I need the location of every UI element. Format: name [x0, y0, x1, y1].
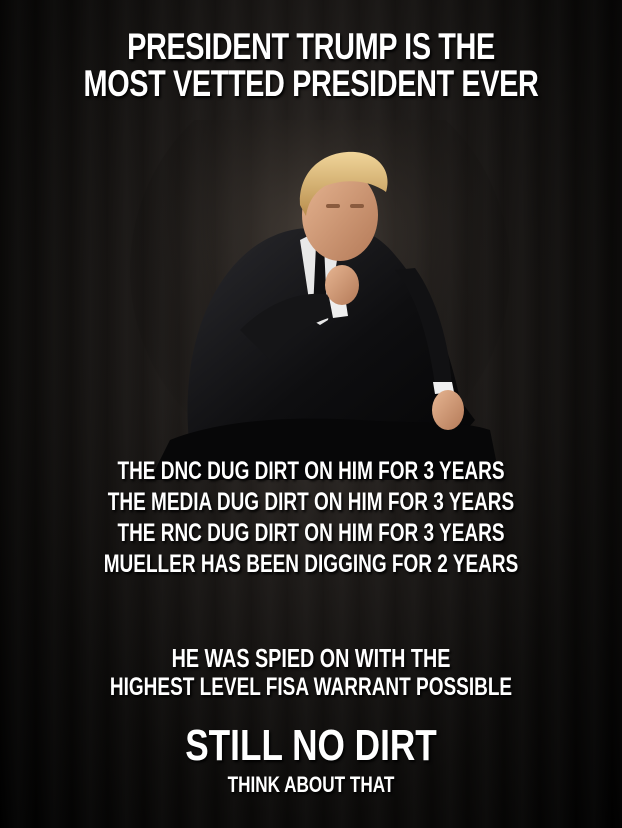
claim-media: THE MEDIA DUG DIRT ON HIM FOR 3 YEARS — [107, 488, 515, 516]
conclusion-text: STILL NO DIRT — [185, 721, 437, 770]
claim-dnc: THE DNC DUG DIRT ON HIM FOR 3 YEARS — [117, 457, 505, 485]
meme-poster: PRESIDENT TRUMP IS THE MOST VETTED PRESI… — [0, 0, 622, 828]
claim-mueller: MUELLER HAS BEEN DIGGING FOR 2 YEARS — [103, 550, 519, 578]
claim-rnc: THE RNC DUG DIRT ON HIM FOR 3 YEARS — [117, 519, 505, 547]
tagline-text: THINK ABOUT THAT — [227, 772, 395, 797]
seated-man-photo — [130, 120, 510, 480]
fisa-line-1: HE WAS SPIED ON WITH THE — [171, 643, 451, 673]
claims-list: THE DNC DUG DIRT ON HIM FOR 3 YEARS THE … — [0, 456, 622, 580]
headline: PRESIDENT TRUMP IS THE MOST VETTED PRESI… — [68, 28, 553, 102]
headline-line-1: PRESIDENT TRUMP IS THE — [127, 26, 495, 67]
fisa-statement: HE WAS SPIED ON WITH THE HIGHEST LEVEL F… — [0, 644, 622, 702]
fisa-line-2: HIGHEST LEVEL FISA WARRANT POSSIBLE — [109, 673, 513, 701]
headline-line-2: MOST VETTED PRESIDENT EVER — [83, 63, 539, 104]
